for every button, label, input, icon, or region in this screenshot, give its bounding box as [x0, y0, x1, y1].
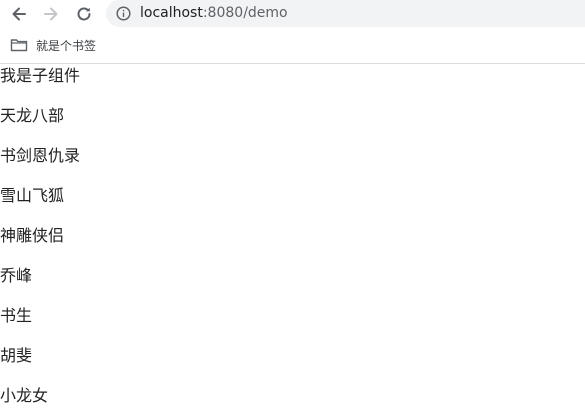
list-item: 书剑恩仇录 [0, 146, 81, 165]
child-component-title: 我是子组件 [0, 66, 81, 85]
page-content: 我是子组件 天龙八部 书剑恩仇录 雪山飞狐 神雕侠侣 乔峰 书生 胡斐 小龙女 [0, 64, 585, 413]
list-item: 书生 [0, 306, 33, 325]
folder-icon [10, 39, 28, 52]
url-host: localhost [140, 5, 203, 21]
list-item: 小龙女 [0, 386, 49, 405]
list-item: 雪山飞狐 [0, 186, 65, 205]
info-icon[interactable] [116, 6, 131, 21]
back-button[interactable] [8, 4, 30, 24]
reload-button[interactable] [73, 4, 95, 24]
address-bar[interactable]: localhost:8080/demo [106, 0, 585, 27]
url-text[interactable]: localhost:8080/demo [140, 5, 288, 22]
forward-button[interactable] [40, 4, 62, 24]
arrow-right-icon [44, 7, 58, 21]
reload-icon [77, 7, 91, 21]
browser-toolbar: localhost:8080/demo [0, 0, 585, 28]
list-item: 天龙八部 [0, 106, 65, 125]
arrow-left-icon [12, 7, 26, 21]
url-path: :8080/demo [202, 5, 288, 21]
bookmark-label: 就是个书签 [36, 38, 97, 53]
list-item: 神雕侠侣 [0, 226, 65, 245]
bookmark-folder[interactable]: 就是个书签 [10, 36, 96, 54]
list-item: 乔峰 [0, 266, 33, 285]
list-item: 胡斐 [0, 346, 33, 365]
bookmarks-bar: 就是个书签 [0, 28, 585, 64]
